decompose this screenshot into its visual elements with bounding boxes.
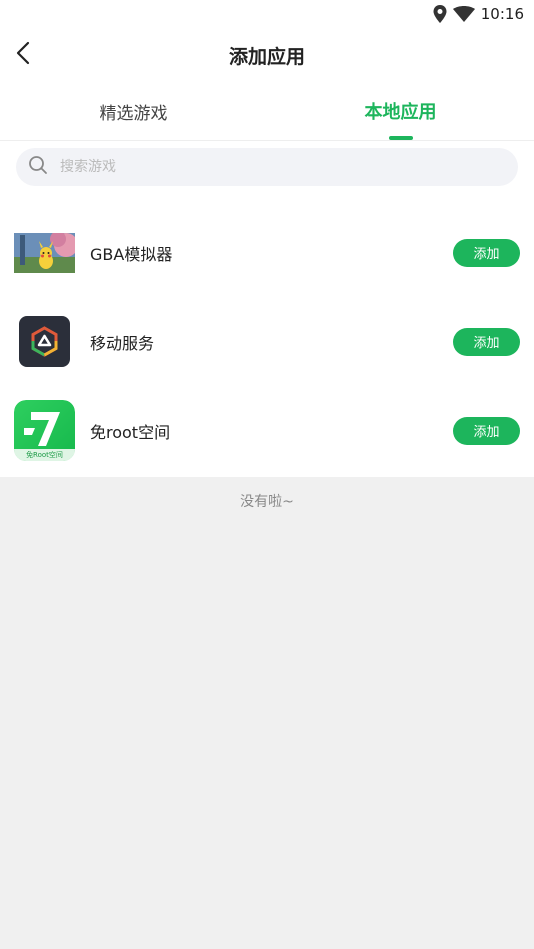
screen: 10:16 添加应用 精选游戏 本地应用 搜索游戏 GBA模拟器 添加 移动服务…: [0, 0, 534, 949]
app-icon-caption: 免Root空间: [26, 451, 63, 459]
app-list: GBA模拟器 添加 移动服务 添加 免Root空间 免root空间 添加: [0, 194, 534, 477]
add-button[interactable]: 添加: [453, 416, 520, 445]
wifi-icon: [452, 6, 475, 22]
list-end-text: 没有啦~: [240, 494, 294, 510]
search-icon: [28, 155, 48, 179]
tab-featured-games[interactable]: 精选游戏: [0, 82, 267, 140]
chevron-left-icon: [16, 41, 30, 69]
tab-bar: 精选游戏 本地应用: [0, 82, 534, 141]
list-item: GBA模拟器 添加: [0, 208, 534, 297]
status-time: 10:16: [480, 5, 524, 23]
top-panel: 10:16 添加应用 精选游戏 本地应用 搜索游戏 GBA模拟器 添加 移动服务…: [0, 0, 534, 477]
mobile-service-icon: [14, 311, 75, 372]
app-name: GBA模拟器: [90, 244, 173, 264]
tab-local-apps[interactable]: 本地应用: [267, 82, 534, 140]
status-bar: 10:16: [0, 0, 534, 28]
app-name: 移动服务: [90, 333, 155, 353]
tab-active-indicator: [388, 136, 413, 140]
add-button[interactable]: 添加: [453, 327, 520, 356]
back-button[interactable]: [8, 40, 38, 70]
tab-label: 精选游戏: [99, 103, 168, 124]
search-container: [0, 141, 534, 194]
search-bar[interactable]: [16, 148, 518, 186]
list-item: 免Root空间 免root空间 添加: [0, 386, 534, 475]
root-free-space-icon: 免Root空间: [14, 400, 75, 461]
add-button[interactable]: 添加: [453, 238, 520, 267]
app-name: 免root空间: [90, 422, 171, 442]
search-input[interactable]: [58, 158, 462, 176]
gba-emulator-icon: [14, 232, 75, 273]
location-icon: [433, 5, 447, 23]
tab-label: 本地应用: [364, 102, 437, 123]
list-item: 移动服务 添加: [0, 297, 534, 386]
page-title: 添加应用: [228, 45, 305, 68]
header: 添加应用: [0, 28, 534, 82]
